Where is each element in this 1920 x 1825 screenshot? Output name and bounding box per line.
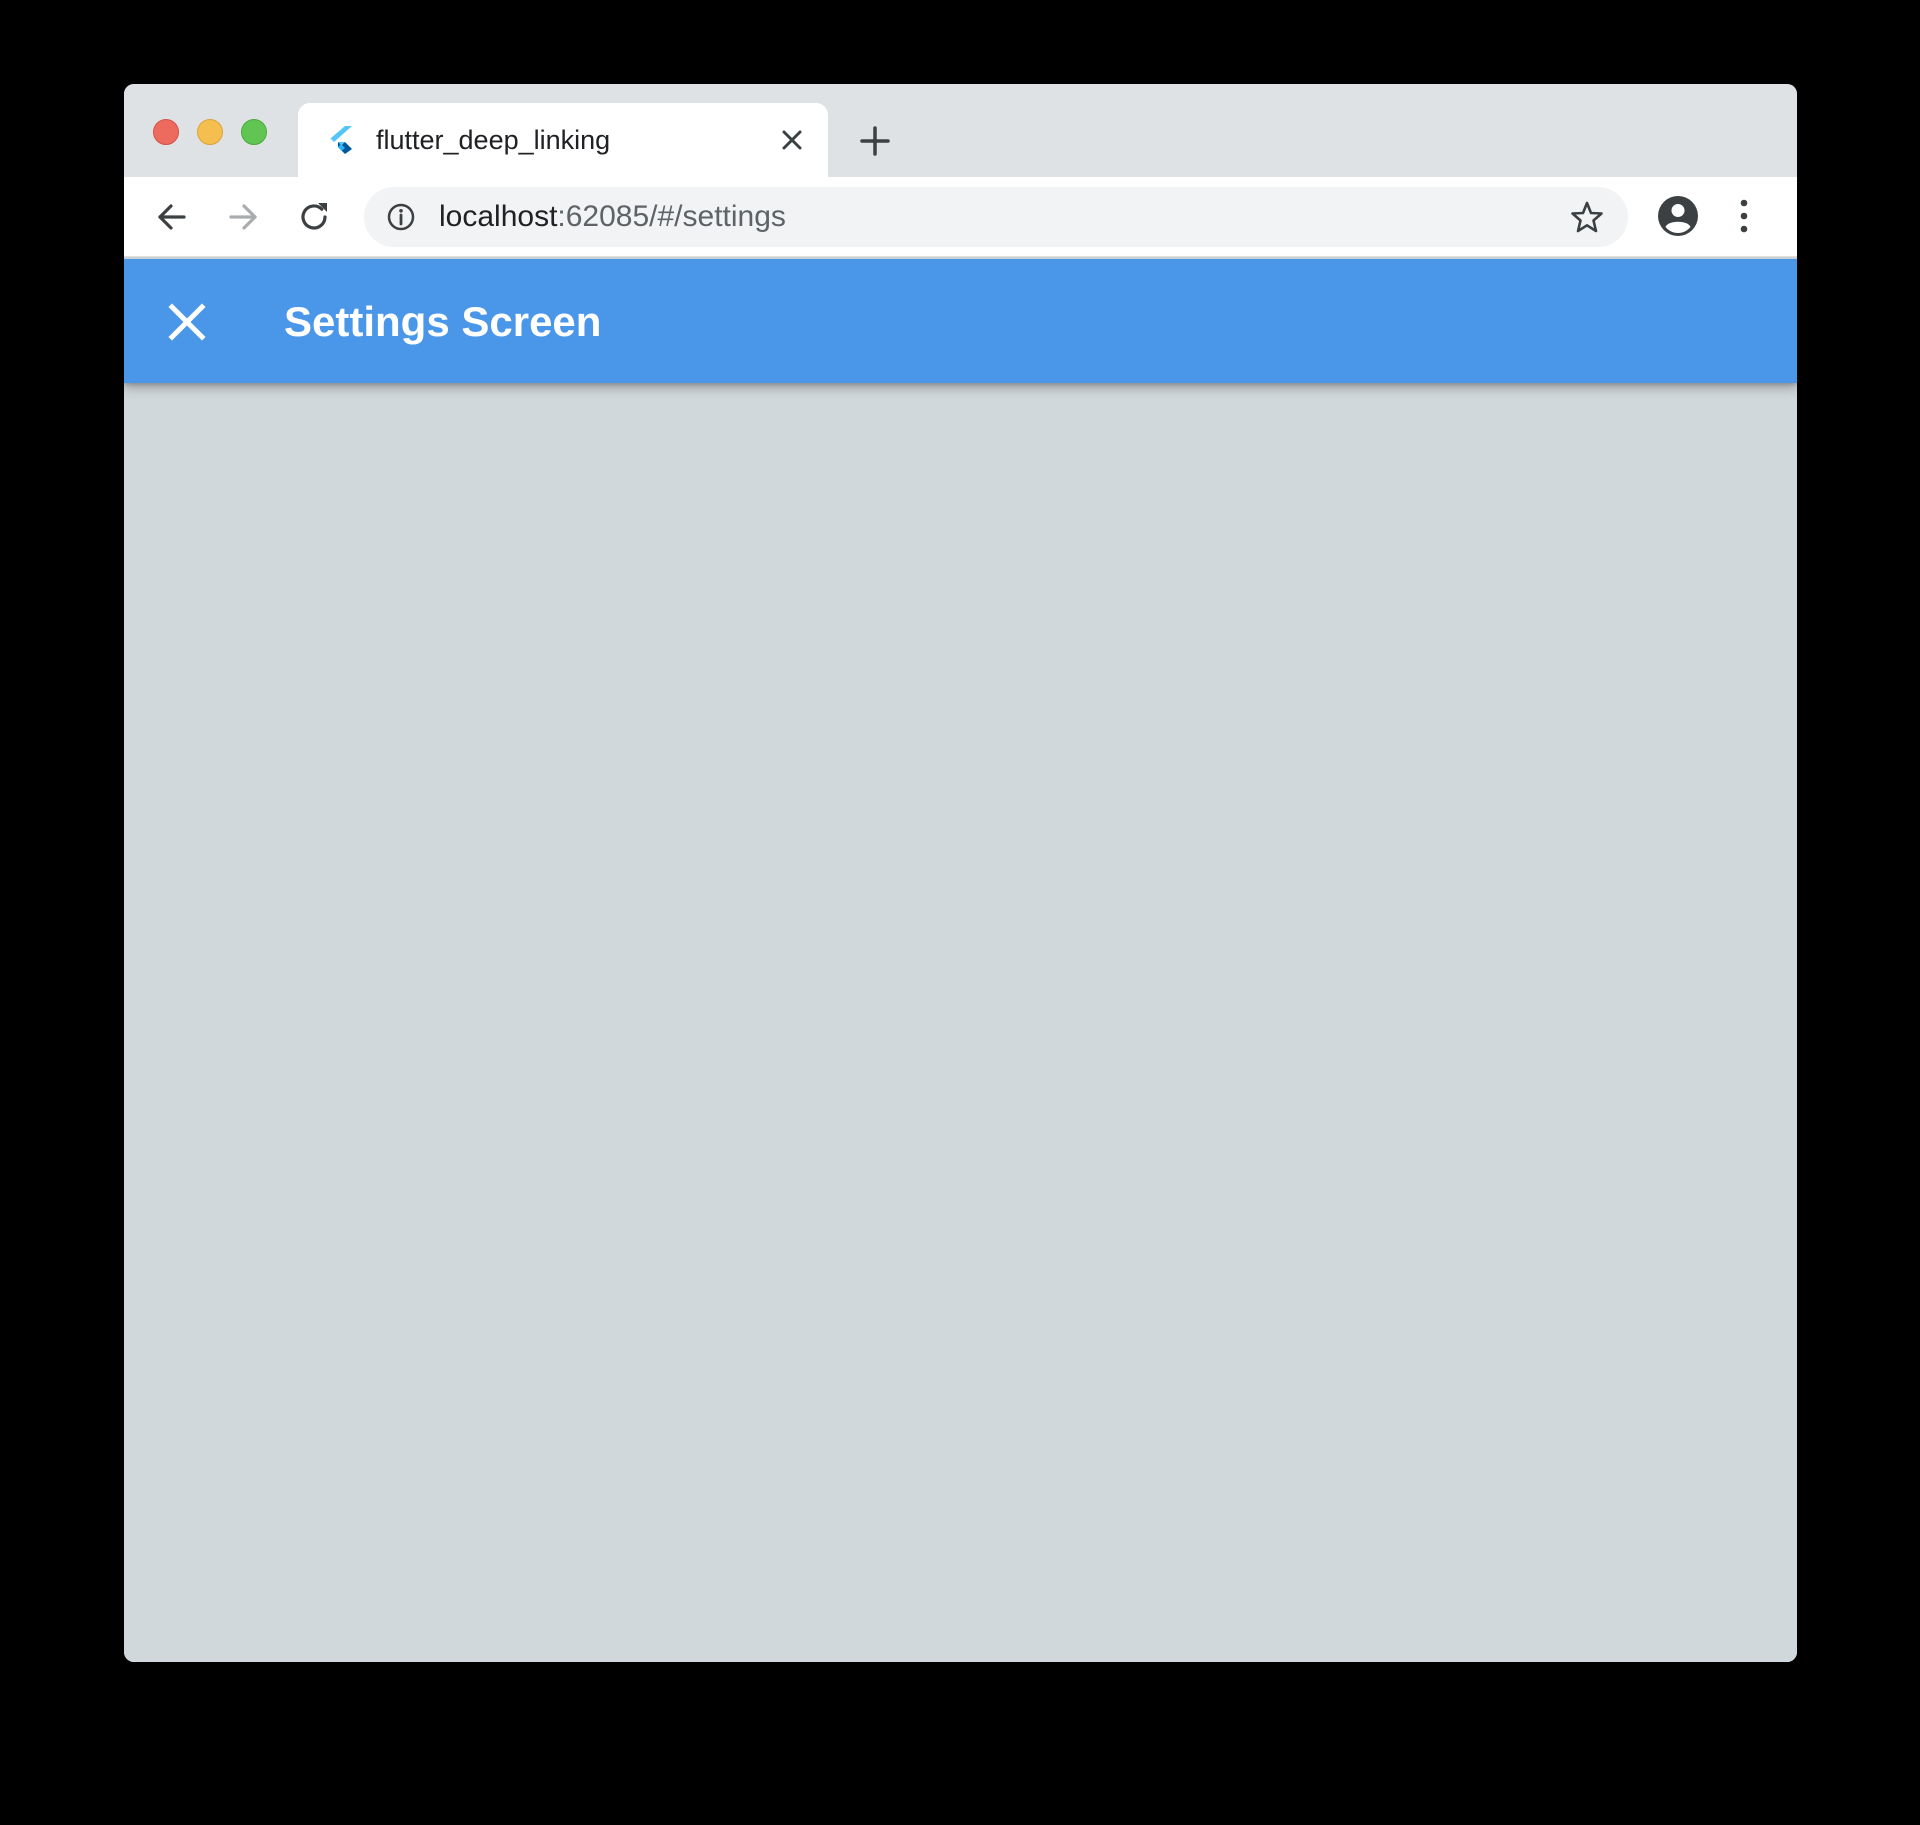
window-close-button[interactable] — [153, 119, 179, 145]
info-icon[interactable] — [386, 202, 416, 232]
url-host: localhost — [439, 200, 558, 233]
tab-close-icon[interactable] — [778, 126, 806, 154]
close-icon[interactable] — [162, 297, 212, 347]
window-zoom-button[interactable] — [241, 119, 267, 145]
page-title: Settings Screen — [284, 298, 602, 345]
window-minimize-button[interactable] — [197, 119, 223, 145]
back-arrow-icon[interactable] — [152, 197, 192, 237]
more-vert-icon[interactable] — [1734, 195, 1754, 237]
url-path: :62085/#/settings — [557, 200, 786, 233]
screen-body — [124, 383, 1797, 1662]
tab-strip: flutter_deep_linking — [124, 84, 1797, 177]
address-bar[interactable]: localhost:62085/#/settings — [364, 187, 1628, 247]
flutter-logo-icon — [330, 126, 352, 154]
address-url[interactable]: localhost:62085/#/settings — [439, 199, 786, 235]
account-circle-icon[interactable] — [1657, 195, 1699, 237]
new-tab-plus-icon[interactable] — [858, 124, 892, 158]
forward-arrow-icon[interactable] — [223, 197, 263, 237]
tab-title: flutter_deep_linking — [376, 125, 611, 155]
browser-window: flutter_deep_linking localhost:62085/#/s… — [124, 84, 1797, 1662]
app-bar: Settings Screen — [124, 259, 1797, 383]
browser-toolbar: localhost:62085/#/settings — [124, 177, 1797, 257]
browser-tab[interactable]: flutter_deep_linking — [298, 103, 828, 177]
reload-icon[interactable] — [294, 197, 334, 237]
bookmark-star-icon[interactable] — [1570, 200, 1604, 234]
